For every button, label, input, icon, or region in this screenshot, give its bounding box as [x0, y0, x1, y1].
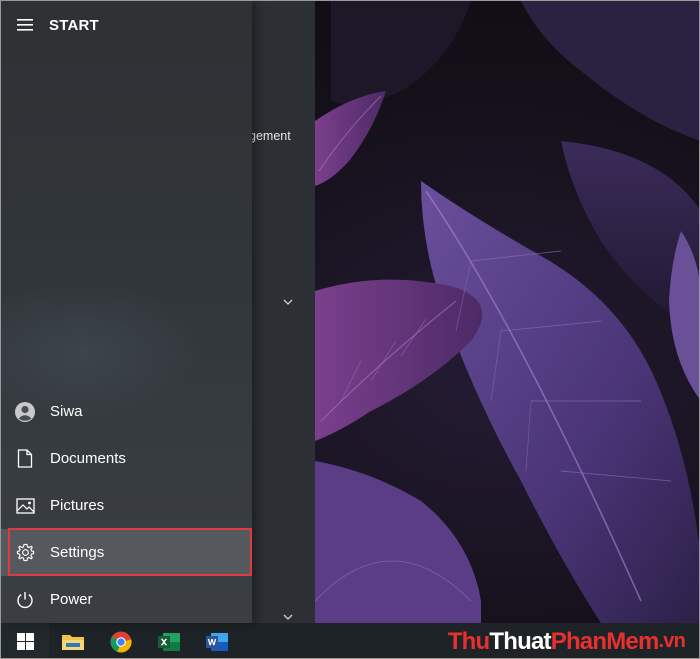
chevron-down-icon[interactable] [281, 295, 295, 309]
app-list-item-partial[interactable]: gement [249, 129, 291, 143]
desktop-screen: START gement Siwa Documents Pictures Set… [0, 0, 700, 659]
hamburger-menu-button[interactable] [1, 1, 49, 49]
excel-button[interactable] [145, 623, 193, 658]
power-label: Power [50, 591, 93, 608]
site-watermark: Thu Thuat PhanMem .vn [447, 625, 686, 658]
pictures-button[interactable]: Pictures [1, 482, 252, 529]
excel-icon [158, 632, 180, 651]
start-title: START [49, 16, 99, 34]
file-explorer-button[interactable] [49, 623, 97, 658]
start-rail-menu: Siwa Documents Pictures Settings Power [1, 388, 252, 623]
user-account-button[interactable]: Siwa [1, 388, 252, 435]
documents-button[interactable]: Documents [1, 435, 252, 482]
start-button[interactable] [1, 623, 49, 658]
pictures-icon [1, 482, 49, 529]
start-header: START [1, 1, 252, 49]
chrome-icon [110, 631, 132, 653]
chrome-button[interactable] [97, 623, 145, 658]
chevron-down-icon[interactable] [281, 613, 295, 623]
power-button[interactable]: Power [1, 576, 252, 623]
start-menu: START gement Siwa Documents Pictures Set… [1, 1, 315, 623]
user-avatar-icon [1, 388, 49, 435]
word-icon [206, 632, 228, 651]
user-name-label: Siwa [50, 403, 83, 420]
watermark-part: Thu [447, 627, 490, 655]
watermark-part: Thuat [489, 627, 551, 655]
pictures-label: Pictures [50, 497, 105, 514]
hamburger-icon [17, 19, 33, 31]
settings-label: Settings [50, 544, 105, 561]
settings-button[interactable]: Settings [1, 528, 252, 576]
watermark-part: PhanMem [550, 627, 660, 655]
document-icon [1, 435, 49, 482]
word-button[interactable] [193, 623, 241, 658]
gear-icon [1, 529, 49, 576]
watermark-part: .vn [658, 630, 686, 652]
windows-start-icon [16, 633, 34, 650]
file-explorer-icon [62, 634, 84, 650]
power-icon [1, 576, 49, 623]
documents-label: Documents [50, 450, 126, 467]
start-app-list [252, 1, 315, 623]
